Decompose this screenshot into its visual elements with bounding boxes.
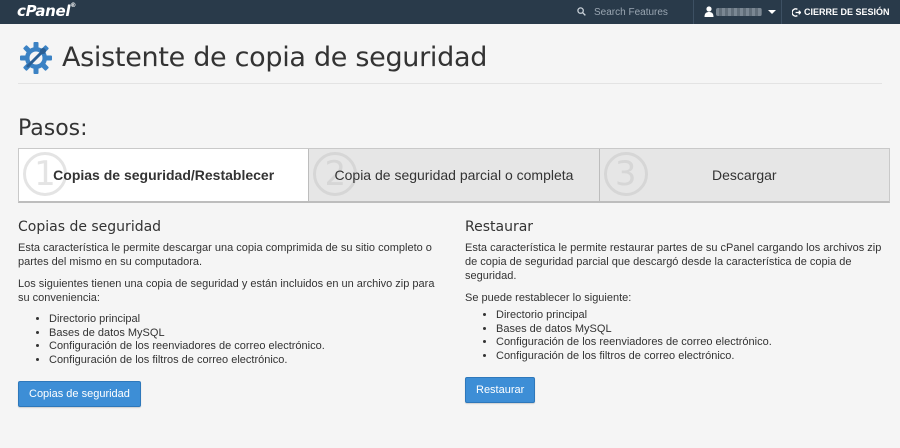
restore-intro: Se puede restablecer lo siguiente: <box>465 292 632 304</box>
logo-text: cPanel <box>17 2 71 20</box>
restore-title: Restaurar <box>465 219 534 235</box>
list-item: Configuración de los reenviadores de cor… <box>49 340 438 354</box>
step-download[interactable]: 3 Descargar <box>598 149 889 201</box>
cpanel-logo[interactable]: cPanel® <box>17 2 76 20</box>
backup-title: Copias de seguridad <box>18 219 162 235</box>
restore-button[interactable]: Restaurar <box>465 377 536 403</box>
list-item: Configuración de los filtros de correo e… <box>496 350 885 364</box>
list-item: Directorio principal <box>49 313 438 327</box>
search-features <box>570 0 694 24</box>
steps-heading: Pasos: <box>18 116 88 141</box>
step-label: Copias de seguridad/Restablecer <box>53 167 275 183</box>
logout-icon <box>792 7 801 17</box>
step-label: Descargar <box>712 167 777 183</box>
user-icon <box>704 6 714 17</box>
logout-button[interactable]: CIERRE DE SESIÓN <box>792 0 892 24</box>
search-icon <box>577 7 586 16</box>
step-number-badge: 3 <box>603 152 648 196</box>
page-title: Asistente de copia de seguridad <box>62 42 488 73</box>
list-item: Configuración de los filtros de correo e… <box>49 354 438 368</box>
chevron-down-icon <box>768 10 776 14</box>
backup-wizard-icon <box>20 42 52 74</box>
username-redacted <box>716 8 762 16</box>
step-partial-full-backup[interactable]: 2 Copia de seguridad parcial o completa <box>308 149 598 201</box>
restore-section: Restaurar Esta característica le permite… <box>465 219 885 403</box>
top-navbar: cPanel® CIERRE DE SESIÓN <box>0 0 900 24</box>
list-item: Configuración de los reenviadores de cor… <box>496 336 885 350</box>
restore-description: Esta característica le permite restaurar… <box>465 242 882 282</box>
logo-trademark: ® <box>70 2 76 9</box>
step-backup-restore[interactable]: 1 Copias de seguridad/Restablecer <box>19 149 309 201</box>
step-label: Copia de seguridad parcial o completa <box>334 167 574 183</box>
list-item: Bases de datos MySQL <box>49 327 438 341</box>
restore-items-list: Directorio principal Bases de datos MySQ… <box>496 309 885 363</box>
page-header: Asistente de copia de seguridad <box>18 38 882 84</box>
backup-included-intro: Los siguientes tienen una copia de segur… <box>18 278 435 304</box>
backup-description: Esta característica le permite descargar… <box>18 242 432 268</box>
wizard-steps: 1 Copias de seguridad/Restablecer 2 Copi… <box>18 148 890 203</box>
backup-section: Copias de seguridad Esta característica … <box>18 219 438 407</box>
list-item: Directorio principal <box>496 309 885 323</box>
logout-label: CIERRE DE SESIÓN <box>804 7 890 17</box>
backup-button[interactable]: Copias de seguridad <box>18 381 141 407</box>
search-input[interactable] <box>594 4 690 20</box>
user-menu[interactable] <box>694 0 782 24</box>
backup-items-list: Directorio principal Bases de datos MySQ… <box>49 313 438 367</box>
list-item: Bases de datos MySQL <box>496 323 885 337</box>
